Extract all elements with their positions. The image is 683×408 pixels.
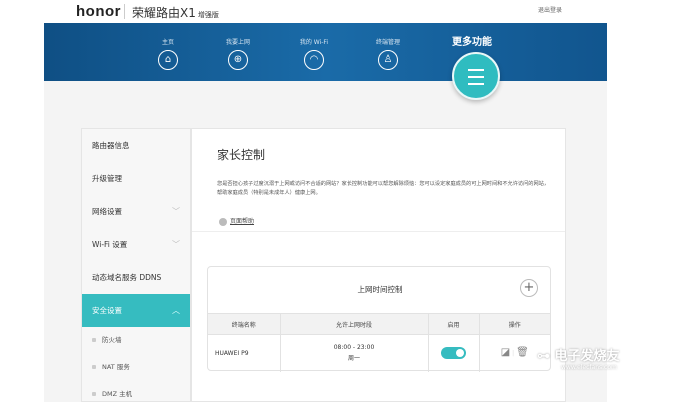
main-nav: 主页 ⌂ 我要上网 ⊕ 我的 Wi-Fi ◠ 终端管理 ♙ 更多功能 [44,23,607,81]
table-header: 终端名称 允许上网时段 启用 操作 [208,313,550,335]
time-range: 08:00 - 23:00 周一 [280,334,429,372]
sidebar-item-wifi[interactable]: Wi-Fi 设置 ﹀ [82,228,190,261]
nav-more-label[interactable]: 更多功能 [452,33,492,48]
col-enable: 启用 [428,313,480,335]
toggle-knob [456,349,464,358]
chevron-down-icon: ﹀ [172,207,180,216]
sidebar-item-label: 路由器信息 [92,141,130,150]
wifi-icon: ◠ [304,50,324,70]
bullet-icon [92,338,96,342]
help-label: 页面帮助 [230,218,255,225]
menu-icon [468,83,484,85]
help-icon [219,217,227,226]
sidebar-item-router-info[interactable]: 路由器信息 [82,129,190,162]
panel-header: 家长控制 您是否担心孩子过度沉溺于上网或访问不合适的网站？家长控制功能可以帮您解… [192,129,565,232]
page-title: 家长控制 [217,148,266,162]
sidebar: 路由器信息 升级管理 网络设置 ﹀ Wi-Fi 设置 ﹀ 动态域名服务 DDNS 安… [81,128,191,402]
time-control-card: 上网时间控制 + 终端名称 允许上网时段 启用 操作 HUAWEI P9 08:… [207,266,551,372]
user-icon: ♙ [378,50,398,70]
sidebar-sub-label: NAT 服务 [102,363,130,371]
divider [124,4,125,19]
sidebar-sub-nat[interactable]: NAT 服务 [82,354,190,381]
days-value: 周一 [347,355,360,363]
nav-label: 我的 Wi-Fi [299,39,329,46]
sidebar-sub-firewall[interactable]: 防火墙 [82,327,190,354]
device-name: HUAWEI P9 [208,334,281,372]
nav-label: 我要上网 [225,39,250,46]
card-title: 上网时间控制 [357,285,403,294]
bullet-icon [92,392,96,396]
edit-icon[interactable]: ◪ [501,347,510,358]
home-icon: ⌂ [158,50,178,70]
sidebar-item-label: 动态域名服务 DDNS [92,273,162,282]
top-bar: honor 荣耀路由X1 增强版 退出登录 [0,0,683,23]
watermark-logo: ⊶ 电子发烧友 www.elecfans.com [537,349,620,371]
divider: | [512,350,515,358]
menu-icon [468,76,484,78]
table-row: HUAWEI P9 08:00 - 23:00 周一 ◪ | 🗑 [208,334,550,372]
sidebar-item-label: 安全设置 [92,306,122,315]
product-title: 荣耀路由X1 [132,6,196,20]
logout-link[interactable]: 退出登录 [538,5,562,14]
enable-toggle[interactable] [441,347,466,360]
sidebar-item-upgrade[interactable]: 升级管理 [82,162,190,195]
col-device: 终端名称 [208,313,281,335]
time-value: 08:00 - 23:00 [333,344,375,352]
bullet-icon [92,365,96,369]
enable-cell [428,334,480,372]
col-time: 允许上网时段 [280,313,429,335]
globe-icon: ⊕ [228,50,248,70]
sidebar-item-label: 网络设置 [92,207,122,216]
sidebar-item-label: 升级管理 [92,174,122,183]
add-rule-button[interactable]: + [520,279,538,297]
product-name: 荣耀路由X1 增强版 [132,4,219,21]
help-link[interactable]: 页面帮助 [219,216,254,226]
more-menu-button[interactable] [452,52,500,100]
nav-devices[interactable]: 终端管理 ♙ [363,37,413,70]
sidebar-sub-label: 防火墙 [102,336,122,344]
sidebar-item-security[interactable]: 安全设置 ︿ [82,294,190,327]
nav-home[interactable]: 主页 ⌂ [143,37,193,70]
sidebar-sub-dmz[interactable]: DMZ 主机 [82,381,190,408]
honor-logo: honor [76,3,121,20]
menu-icon [468,69,484,71]
nav-label: 终端管理 [375,39,400,46]
delete-icon[interactable]: 🗑 [516,347,529,358]
nav-wifi[interactable]: 我的 Wi-Fi ◠ [289,37,339,70]
sidebar-item-ddns[interactable]: 动态域名服务 DDNS [82,261,190,294]
chevron-down-icon: ﹀ [172,240,180,249]
nav-label: 主页 [161,39,174,46]
sidebar-sub-label: DMZ 主机 [102,390,133,398]
sidebar-item-label: Wi-Fi 设置 [92,240,128,249]
edition-label: 增强版 [197,11,219,19]
nav-internet[interactable]: 我要上网 ⊕ [213,37,263,70]
page-description: 您是否担心孩子过度沉溺于上网或访问不合适的网站？家长控制功能可以帮您解除烦恼：您… [217,181,550,196]
chevron-up-icon: ︿ [172,306,180,315]
rules-table: 终端名称 允许上网时段 启用 操作 HUAWEI P9 08:00 - 23:0… [208,313,550,372]
sidebar-item-network[interactable]: 网络设置 ﹀ [82,195,190,228]
col-actions: 操作 [479,313,550,335]
